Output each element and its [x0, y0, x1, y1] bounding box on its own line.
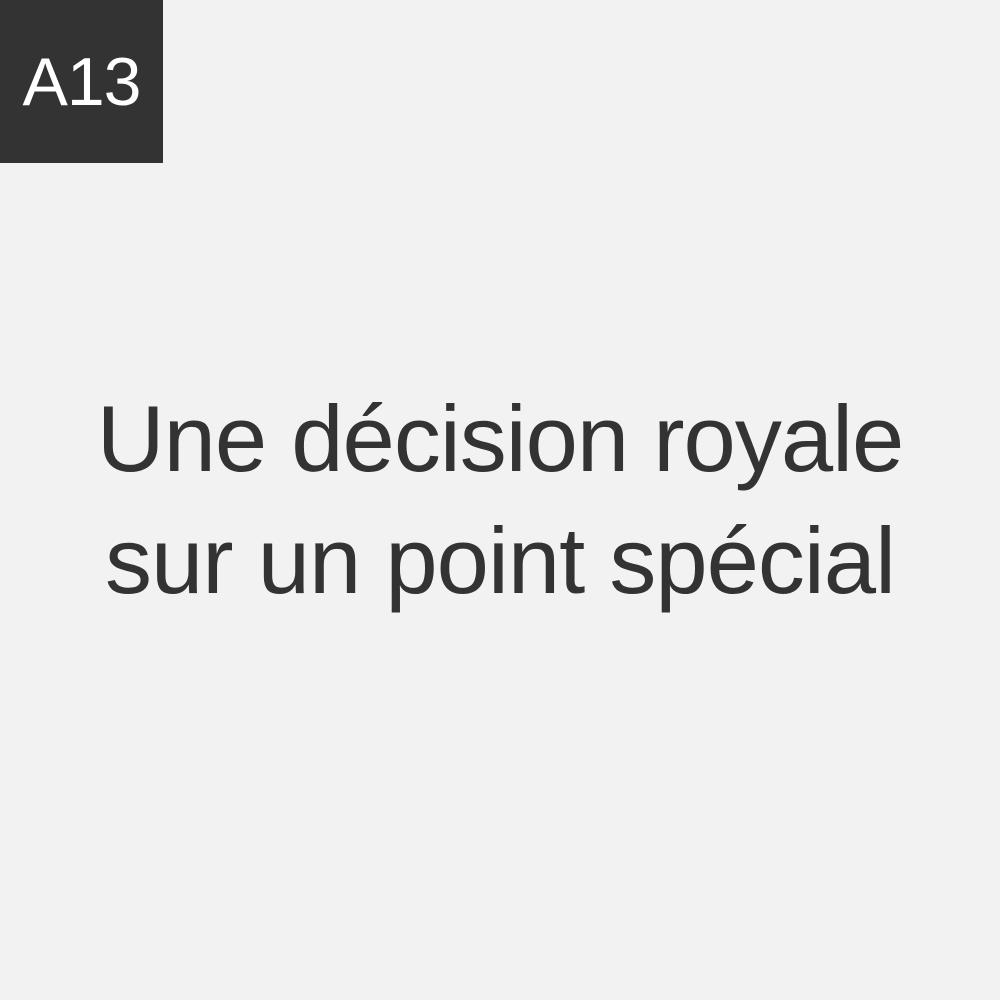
phrase: Une décision royale sur un point spécial — [0, 378, 1000, 622]
phrase-line-2: sur un point spécial — [105, 508, 896, 613]
phrase-line-1: Une décision royale — [96, 386, 905, 491]
code-badge: A13 — [0, 0, 163, 163]
code-label: A13 — [22, 43, 142, 120]
card: { "card": { "code": "A13", "phrase_lines… — [0, 0, 1000, 1000]
